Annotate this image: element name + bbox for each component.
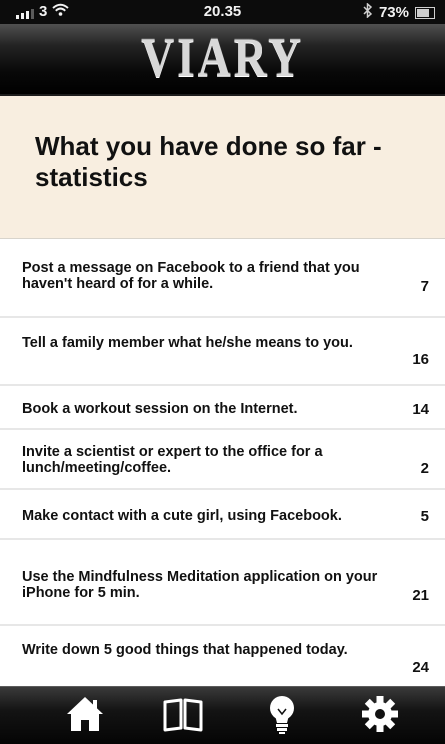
lightbulb-icon (265, 693, 299, 740)
title-panel: What you have done so far - statistics (0, 96, 445, 239)
tab-settings[interactable] (357, 693, 403, 739)
list-item[interactable]: Book a workout session on the Internet. … (0, 386, 445, 430)
status-bar: 3 20.35 73% (0, 0, 445, 24)
list-item[interactable]: Tell a family member what he/she means t… (0, 318, 445, 386)
page-title: What you have done so far - statistics (35, 131, 382, 192)
list-item-count: 5 (420, 508, 429, 525)
app-screen: 3 20.35 73% VIARY What you have done so … (0, 0, 445, 744)
list-item-text: Write down 5 good things that happened t… (22, 642, 348, 658)
list-item-text: Tell a family member what he/she means t… (22, 335, 353, 351)
bluetooth-icon (363, 2, 373, 22)
list-item-count: 14 (412, 401, 429, 418)
list-item-count: 7 (420, 278, 429, 295)
app-header: VIARY (0, 24, 445, 96)
list-item[interactable]: Make contact with a cute girl, using Fac… (0, 490, 445, 540)
app-logo: VIARY (141, 25, 304, 89)
list-item[interactable]: Write down 5 good things that happened t… (0, 626, 445, 686)
list-item-text: Book a workout session on the Internet. (22, 401, 298, 417)
stats-list: Post a message on Facebook to a friend t… (0, 240, 445, 686)
gear-icon (360, 694, 400, 739)
list-item-text: Make contact with a cute girl, using Fac… (22, 508, 342, 524)
list-item-count: 24 (412, 659, 429, 676)
list-item-text: Use the Mindfulness Meditation applicati… (22, 569, 378, 601)
book-icon (161, 696, 205, 737)
status-right: 73% (363, 2, 435, 22)
tab-ideas[interactable] (259, 693, 305, 739)
list-item-text: Invite a scientist or expert to the offi… (22, 444, 323, 476)
list-item-count: 2 (420, 460, 429, 477)
list-item-count: 21 (412, 587, 429, 604)
list-item[interactable]: Invite a scientist or expert to the offi… (0, 430, 445, 490)
list-item[interactable]: Post a message on Facebook to a friend t… (0, 240, 445, 318)
home-icon (64, 694, 106, 739)
tab-bar (0, 686, 445, 744)
tab-home[interactable] (62, 693, 108, 739)
battery-icon (415, 6, 435, 19)
list-item-text: Post a message on Facebook to a friend t… (22, 260, 360, 292)
list-item-count: 16 (412, 351, 429, 368)
list-item[interactable]: Use the Mindfulness Meditation applicati… (0, 540, 445, 626)
battery-percent: 73% (378, 4, 409, 21)
tab-book[interactable] (160, 693, 206, 739)
